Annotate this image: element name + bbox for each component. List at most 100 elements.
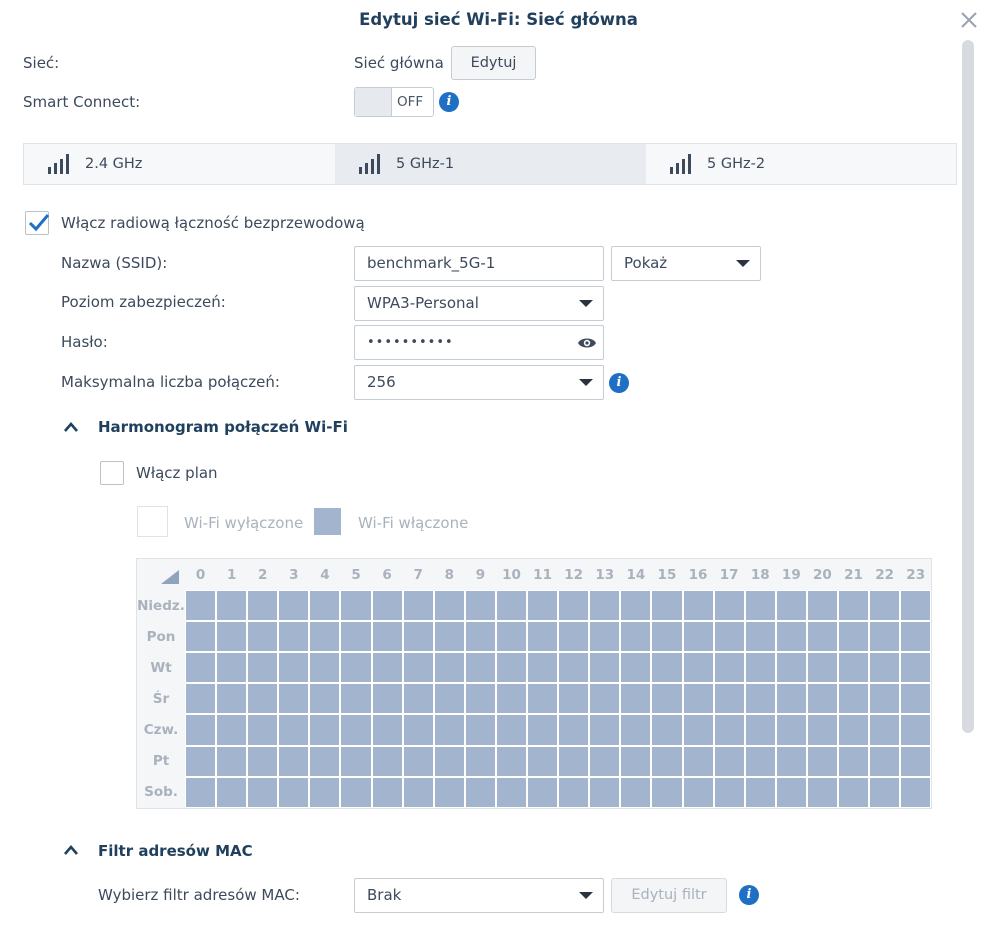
eye-icon[interactable] [577,334,597,352]
chevron-up-icon[interactable] [63,844,79,856]
schedule-cell[interactable] [527,652,559,684]
schedule-cell[interactable] [402,590,434,622]
schedule-cell[interactable] [464,652,496,684]
schedule-cell[interactable] [185,621,217,653]
schedule-cell[interactable] [247,621,279,653]
close-icon[interactable] [958,9,980,31]
schedule-cell[interactable] [775,776,807,808]
schedule-cell[interactable] [278,683,310,715]
schedule-cell[interactable] [433,590,465,622]
schedule-cell[interactable] [837,652,870,684]
schedule-cell[interactable] [527,745,559,777]
schedule-cell[interactable] [464,683,496,715]
schedule-cell[interactable] [558,652,590,684]
hour-header[interactable]: 4 [309,559,340,590]
schedule-cell[interactable] [651,652,683,684]
schedule-cell[interactable] [775,621,807,653]
schedule-cell[interactable] [185,745,217,777]
schedule-cell[interactable] [216,621,248,653]
schedule-cell[interactable] [682,776,714,808]
mac-filter-heading[interactable]: Filtr adresów MAC [98,842,253,860]
schedule-cell[interactable] [651,621,683,653]
schedule-cell[interactable] [900,652,932,684]
hour-header[interactable]: 2 [247,559,278,590]
schedule-cell[interactable] [900,683,932,715]
hour-header[interactable]: 10 [496,559,527,590]
schedule-cell[interactable] [837,776,870,808]
schedule-cell[interactable] [837,714,870,746]
schedule-cell[interactable] [713,745,745,777]
schedule-cell[interactable] [216,683,248,715]
schedule-cell[interactable] [278,714,310,746]
hour-header[interactable]: 18 [745,559,776,590]
schedule-cell[interactable] [713,652,745,684]
schedule-cell[interactable] [869,652,901,684]
schedule-cell[interactable] [247,776,279,808]
schedule-cell[interactable] [744,590,776,622]
schedule-cell[interactable] [744,776,776,808]
schedule-cell[interactable] [527,590,559,622]
schedule-cell[interactable] [278,621,310,653]
smart-connect-toggle[interactable]: OFF [354,87,434,117]
smart-connect-info-icon[interactable]: i [439,92,459,112]
tab-5ghz-1[interactable]: 5 GHz-1 [335,144,646,184]
hour-header[interactable]: 6 [372,559,403,590]
max-connections-info-icon[interactable]: i [609,373,629,393]
schedule-cell[interactable] [464,714,496,746]
schedule-cell[interactable] [247,590,279,622]
schedule-cell[interactable] [402,652,434,684]
schedule-cell[interactable] [309,652,341,684]
schedule-cell[interactable] [558,621,590,653]
schedule-cell[interactable] [527,714,559,746]
schedule-cell[interactable] [340,621,372,653]
schedule-cell[interactable] [185,652,217,684]
schedule-cell[interactable] [278,745,310,777]
schedule-cell[interactable] [433,714,465,746]
edit-network-button[interactable]: Edytuj [451,46,536,80]
schedule-cell[interactable] [620,714,652,746]
schedule-cell[interactable] [464,590,496,622]
hour-header[interactable]: 12 [558,559,589,590]
schedule-cell[interactable] [185,590,217,622]
scrollbar[interactable] [962,40,974,733]
schedule-cell[interactable] [185,683,217,715]
schedule-cell[interactable] [371,714,403,746]
security-select[interactable]: WPA3-Personal [354,286,604,321]
schedule-cell[interactable] [682,590,714,622]
schedule-cell[interactable] [558,776,590,808]
schedule-cell[interactable] [247,652,279,684]
schedule-cell[interactable] [775,714,807,746]
schedule-cell[interactable] [278,776,310,808]
hour-header[interactable]: 11 [527,559,558,590]
schedule-cell[interactable] [589,652,621,684]
schedule-cell[interactable] [247,714,279,746]
schedule-cell[interactable] [589,683,621,715]
schedule-cell[interactable] [775,745,807,777]
schedule-cell[interactable] [495,652,528,684]
day-header[interactable]: Pon [137,621,185,652]
schedule-cell[interactable] [371,745,403,777]
schedule-cell[interactable] [527,776,559,808]
schedule-cell[interactable] [247,683,279,715]
schedule-cell[interactable] [682,652,714,684]
schedule-cell[interactable] [900,590,932,622]
schedule-cell[interactable] [869,714,901,746]
schedule-cell[interactable] [620,590,652,622]
day-header[interactable]: Pt [137,746,185,777]
schedule-cell[interactable] [682,683,714,715]
schedule-cell[interactable] [651,590,683,622]
hour-header[interactable]: 0 [185,559,216,590]
schedule-cell[interactable] [713,621,745,653]
schedule-cell[interactable] [464,776,496,808]
schedule-cell[interactable] [216,714,248,746]
schedule-cell[interactable] [247,745,279,777]
schedule-cell[interactable] [433,745,465,777]
schedule-cell[interactable] [620,621,652,653]
schedule-cell[interactable] [371,683,403,715]
schedule-cell[interactable] [309,776,341,808]
schedule-cell[interactable] [340,745,372,777]
schedule-cell[interactable] [837,683,870,715]
schedule-cell[interactable] [869,745,901,777]
schedule-cell[interactable] [185,714,217,746]
schedule-cell[interactable] [278,590,310,622]
